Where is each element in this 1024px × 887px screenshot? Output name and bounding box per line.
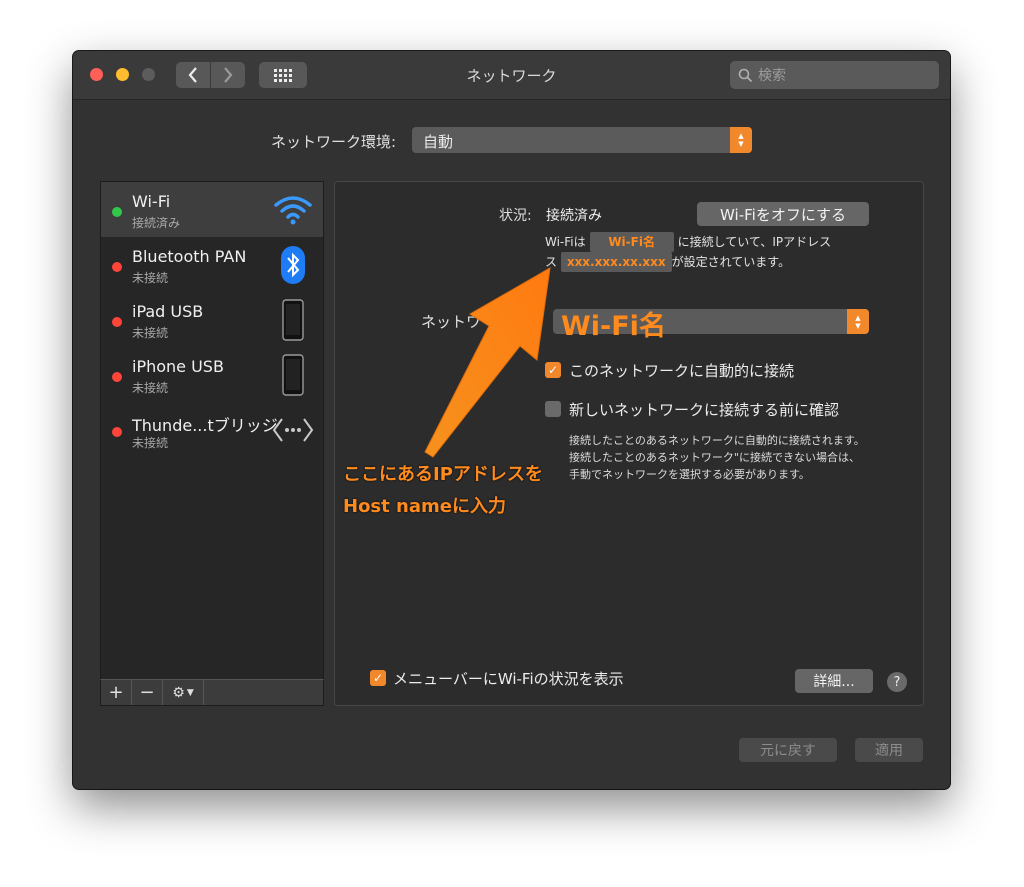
annotation-line-1: ここにあるIPアドレスを bbox=[343, 464, 543, 485]
annotation-line-2: Host nameに入力 bbox=[343, 496, 506, 517]
annotation-arrow-icon bbox=[424, 267, 551, 458]
